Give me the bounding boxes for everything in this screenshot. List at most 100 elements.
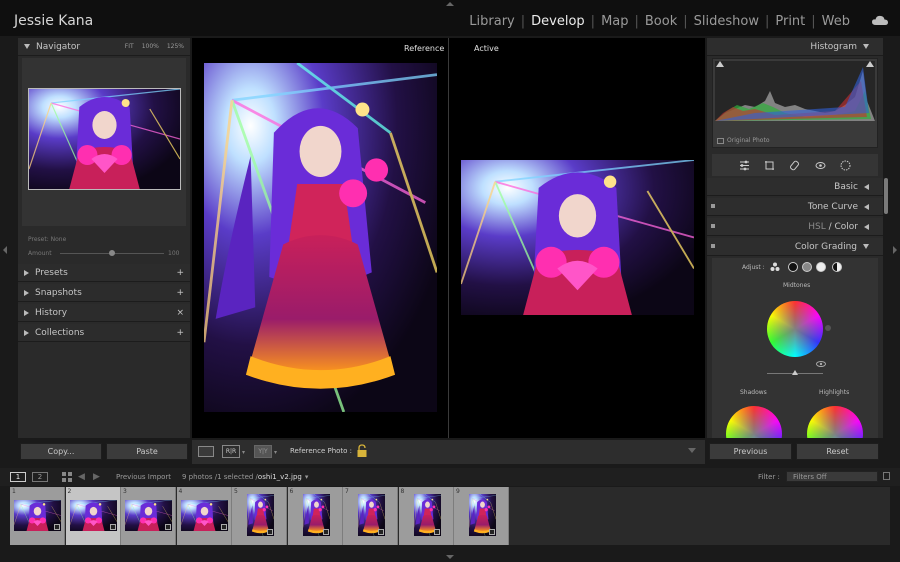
copy-button[interactable]: Copy... (20, 443, 102, 460)
filmstrip-thumbnail[interactable]: 5 (232, 487, 287, 545)
snapshots-panel-header[interactable]: Snapshots + (18, 284, 190, 302)
add-snapshot-icon[interactable]: + (176, 288, 190, 298)
crop-icon[interactable] (764, 160, 775, 171)
module-library[interactable]: Library (463, 14, 520, 29)
amount-slider-thumb[interactable] (109, 250, 115, 256)
hsl-color-header[interactable]: HSL / Color (707, 218, 883, 236)
module-picker: Library | Develop | Map | Book | Slideshow | … (463, 14, 856, 29)
filmstrip-thumbnail[interactable]: 6 (287, 487, 343, 545)
before-after-dropdown-icon[interactable]: ▾ (274, 449, 277, 456)
filmstrip-thumbnail[interactable]: 8 (398, 487, 454, 545)
collapse-top-arrow-icon[interactable] (446, 2, 454, 6)
collections-panel-header[interactable]: Collections + (18, 324, 190, 342)
filmstrip-thumbnail[interactable]: 1 (10, 487, 65, 545)
filmstrip-thumbnail[interactable]: 2 (65, 487, 121, 545)
zoom-100[interactable]: 100% (142, 43, 159, 50)
color-grading-header[interactable]: Color Grading (707, 238, 883, 256)
global-view-icon[interactable] (832, 262, 842, 272)
filmstrip-source[interactable]: Previous Import (116, 473, 171, 481)
module-develop[interactable]: Develop (525, 14, 591, 29)
panel-toggle-icon[interactable] (711, 244, 715, 248)
module-map[interactable]: Map (595, 14, 634, 29)
navigator-title: Navigator (36, 41, 81, 52)
hsl-tab[interactable]: HSL (808, 222, 826, 232)
before-after-view-button[interactable]: Y|Y (254, 445, 272, 458)
collapse-right-arrow-icon[interactable] (893, 246, 897, 254)
healing-icon[interactable] (789, 160, 800, 171)
module-book[interactable]: Book (639, 14, 683, 29)
grid-view-icon[interactable] (62, 472, 72, 482)
highlights-view-icon[interactable] (816, 262, 826, 272)
navigator-header[interactable]: Navigator FIT 100% 125% (18, 38, 190, 56)
previous-button[interactable]: Previous (709, 443, 792, 460)
midtones-luminance-dot[interactable] (825, 325, 831, 331)
active-photo[interactable] (461, 160, 694, 315)
midtones-color-wheel[interactable] (767, 301, 823, 357)
add-collection-icon[interactable]: + (176, 328, 190, 338)
histogram-title: Histogram (810, 41, 857, 52)
toolbar-menu-icon[interactable] (688, 448, 696, 453)
reset-button[interactable]: Reset (796, 443, 879, 460)
zoom-125[interactable]: 125% (167, 43, 184, 50)
reference-photo[interactable] (204, 63, 437, 412)
reference-view-button[interactable]: R|R (222, 445, 240, 458)
panel-toggle-icon[interactable] (711, 224, 715, 228)
collapse-left-arrow-icon[interactable] (3, 246, 7, 254)
red-eye-icon[interactable] (815, 160, 826, 171)
filter-lock-icon[interactable] (883, 472, 890, 480)
module-web[interactable]: Web (816, 14, 856, 29)
zoom-fit[interactable]: FIT (125, 43, 134, 50)
thumbnail-number: 9 (456, 488, 460, 495)
histogram-area: Original Photo (712, 58, 878, 148)
filmstrip-thumbnail[interactable]: 9 (454, 487, 509, 545)
tone-curve-header[interactable]: Tone Curve (707, 198, 883, 216)
three-way-view-icon[interactable] (770, 262, 780, 272)
amount-slider[interactable] (60, 250, 164, 256)
module-slideshow[interactable]: Slideshow (688, 14, 765, 29)
shadow-clipping-icon[interactable] (716, 61, 724, 67)
thumbnail-number: 7 (345, 488, 349, 495)
filmstrip-thumbnail[interactable]: 3 (121, 487, 176, 545)
secondary-window-button[interactable]: 2 (32, 472, 48, 482)
paste-button[interactable]: Paste (106, 443, 188, 460)
sliders-icon[interactable] (739, 160, 750, 171)
original-photo-checkbox[interactable] (717, 138, 724, 144)
filmstrip-thumbnail[interactable]: 7 (343, 487, 398, 545)
shadows-view-icon[interactable] (788, 262, 798, 272)
midtones-view-icon[interactable] (802, 262, 812, 272)
cloud-icon[interactable] (872, 15, 888, 25)
presets-panel-header[interactable]: Presets + (18, 264, 190, 282)
top-bar: Jessie Kana Library | Develop | Map | Book |… (0, 0, 900, 36)
masking-icon[interactable] (840, 160, 851, 171)
panel-toggle-icon[interactable] (711, 204, 715, 208)
right-panel-scrollbar[interactable] (884, 178, 888, 214)
midtones-luminance-slider[interactable] (767, 370, 823, 375)
filter-select[interactable]: Filters Off (786, 471, 878, 482)
navigator-preview[interactable] (28, 88, 181, 190)
collections-title: Collections (35, 327, 85, 338)
primary-window-button[interactable]: 1 (10, 472, 26, 482)
shadows-color-wheel[interactable] (726, 406, 782, 438)
basic-header[interactable]: Basic (707, 178, 883, 196)
loupe-view-icon[interactable] (198, 446, 214, 457)
midtones-luminance-thumb[interactable] (792, 370, 798, 375)
filmstrip-thumbnail[interactable]: 4 (176, 487, 232, 545)
history-panel-header[interactable]: History × (18, 304, 190, 322)
highlight-clipping-icon[interactable] (866, 61, 874, 67)
clear-history-icon[interactable]: × (176, 308, 190, 318)
add-preset-icon[interactable]: + (176, 268, 190, 278)
filename-dropdown-icon[interactable]: ▾ (305, 473, 309, 481)
histogram-graph[interactable] (715, 61, 875, 121)
lock-icon[interactable] (356, 444, 368, 458)
view-dropdown-icon[interactable]: ▾ (242, 449, 245, 456)
filmstrip: 1 2 3 4 5 6 7 8 9 (10, 487, 890, 545)
back-arrow-icon[interactable]: ◀ (78, 472, 85, 482)
color-tab[interactable]: Color (835, 222, 859, 232)
collapse-bottom-arrow-icon[interactable] (446, 555, 454, 559)
eye-icon[interactable] (816, 361, 826, 367)
highlights-color-wheel[interactable] (807, 406, 863, 438)
snapshots-title: Snapshots (35, 287, 82, 298)
forward-arrow-icon[interactable]: ▶ (93, 472, 100, 482)
histogram-header[interactable]: Histogram (707, 38, 883, 56)
module-print[interactable]: Print (769, 14, 811, 29)
